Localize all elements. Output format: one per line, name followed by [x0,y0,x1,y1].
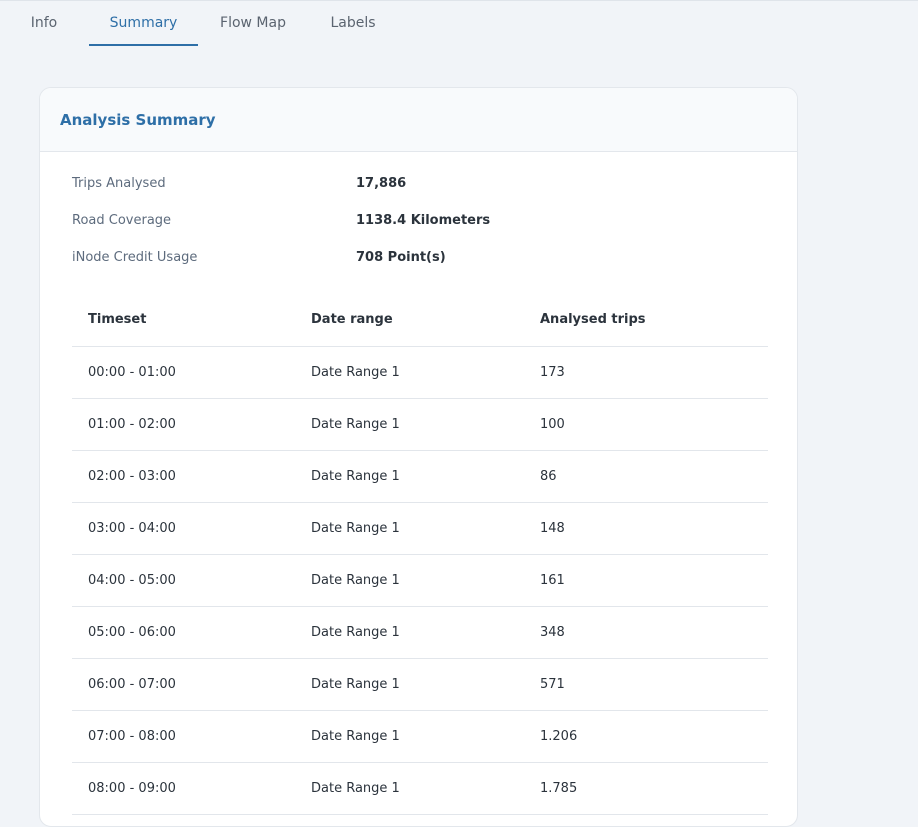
cell-timeset: 04:00 - 05:00 [88,573,176,588]
stat-value: 708 Point(s) [356,250,446,265]
tab-bar: Info Summary Flow Map Labels [0,0,918,47]
cell-timeset: 02:00 - 03:00 [88,469,176,484]
analysis-summary-card: Analysis Summary Trips Analysed 17,886 R… [39,87,798,827]
cell-analysed-trips: 161 [540,573,565,588]
cell-analysed-trips: 1.785 [540,781,578,796]
table-row: 02:00 - 03:00 Date Range 1 86 [72,451,768,503]
cell-timeset: 05:00 - 06:00 [88,625,176,640]
cell-timeset: 08:00 - 09:00 [88,781,176,796]
stat-row-road-coverage: Road Coverage 1138.4 Kilometers [72,213,772,250]
cell-analysed-trips: 571 [540,677,565,692]
stat-row-trips-analysed: Trips Analysed 17,886 [72,176,772,213]
header-analysed-trips[interactable]: Analysed trips [540,294,646,346]
cell-date-range: Date Range 1 [311,417,400,432]
stat-label: Trips Analysed [72,176,166,191]
cell-date-range: Date Range 1 [311,625,400,640]
table-row: 08:00 - 09:00 Date Range 1 1.785 [72,763,768,815]
table-row: 04:00 - 05:00 Date Range 1 161 [72,555,768,607]
table-row: 00:00 - 01:00 Date Range 1 173 [72,347,768,399]
header-date-range[interactable]: Date range [311,294,393,346]
stat-label: iNode Credit Usage [72,250,198,265]
table-row: 06:00 - 07:00 Date Range 1 571 [72,659,768,711]
cell-analysed-trips: 148 [540,521,565,536]
cell-date-range: Date Range 1 [311,781,400,796]
cell-analysed-trips: 100 [540,417,565,432]
cell-analysed-trips: 173 [540,365,565,380]
cell-date-range: Date Range 1 [311,729,400,744]
cell-timeset: 07:00 - 08:00 [88,729,176,744]
cell-date-range: Date Range 1 [311,521,400,536]
active-tab-indicator [89,44,198,46]
cell-date-range: Date Range 1 [311,677,400,692]
cell-timeset: 03:00 - 04:00 [88,521,176,536]
table-header-row: Timeset Date range Analysed trips [72,294,768,347]
cell-analysed-trips: 86 [540,469,557,484]
cell-timeset: 06:00 - 07:00 [88,677,176,692]
tab-info[interactable]: Info [14,0,74,47]
table-row: 05:00 - 06:00 Date Range 1 348 [72,607,768,659]
table-row: 07:00 - 08:00 Date Range 1 1.206 [72,711,768,763]
summary-stats: Trips Analysed 17,886 Road Coverage 1138… [72,176,772,287]
cell-analysed-trips: 348 [540,625,565,640]
cell-date-range: Date Range 1 [311,365,400,380]
tab-summary[interactable]: Summary [89,0,198,47]
header-timeset[interactable]: Timeset [88,294,146,346]
tab-flow-map[interactable]: Flow Map [208,0,298,47]
cell-timeset: 01:00 - 02:00 [88,417,176,432]
stat-label: Road Coverage [72,213,172,228]
table-row: 01:00 - 02:00 Date Range 1 100 [72,399,768,451]
stat-row-inode-credit-usage: iNode Credit Usage 708 Point(s) [72,250,772,287]
cell-date-range: Date Range 1 [311,573,400,588]
stat-value: 17,886 [356,176,407,191]
card-header: Analysis Summary [40,88,797,152]
stat-value: 1138.4 Kilometers [356,213,491,228]
cell-analysed-trips: 1.206 [540,729,578,744]
card-title: Analysis Summary [60,111,216,129]
cell-date-range: Date Range 1 [311,469,400,484]
cell-timeset: 00:00 - 01:00 [88,365,176,380]
table-row: 03:00 - 04:00 Date Range 1 148 [72,503,768,555]
tab-labels[interactable]: Labels [318,0,388,47]
timeset-table: Timeset Date range Analysed trips 00:00 … [72,294,768,815]
